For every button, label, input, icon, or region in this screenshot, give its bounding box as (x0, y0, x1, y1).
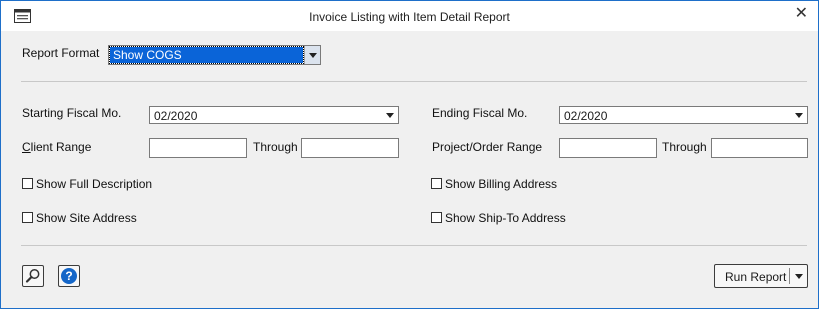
project-through-label: Through (662, 140, 707, 154)
preview-button[interactable] (22, 265, 44, 287)
project-range-label: Project/Order Range (432, 140, 543, 154)
full-description-checkbox[interactable] (22, 178, 33, 189)
project-range-from-input[interactable] (559, 138, 657, 158)
divider-bottom (21, 245, 807, 246)
report-dialog: Invoice Listing with Item Detail Report … (0, 0, 819, 309)
client-range-label: Client Range (22, 140, 92, 154)
billing-address-checkbox[interactable] (431, 178, 442, 189)
starting-fiscal-label: Starting Fiscal Mo. (22, 106, 122, 120)
chevron-down-icon (386, 113, 394, 118)
ship-to-address-checkbox[interactable] (431, 212, 442, 223)
client-through-label: Through (253, 140, 298, 154)
ending-fiscal-select[interactable]: 02/2020 (559, 106, 808, 124)
site-address-label[interactable]: Show Site Address (36, 211, 137, 225)
full-description-label[interactable]: Show Full Description (36, 177, 152, 191)
client-range-from-input[interactable] (149, 138, 247, 158)
report-format-value: Show COGS (109, 46, 304, 64)
magnifier-icon (25, 269, 40, 283)
client-range-to-input[interactable] (301, 138, 399, 158)
site-address-checkbox[interactable] (22, 212, 33, 223)
run-report-label: Run Report (725, 270, 787, 284)
run-report-button[interactable]: Run Report (714, 264, 808, 288)
starting-fiscal-value: 02/2020 (154, 109, 198, 123)
billing-address-label[interactable]: Show Billing Address (445, 177, 557, 191)
window-title: Invoice Listing with Item Detail Report (309, 10, 510, 24)
svg-text:?: ? (65, 269, 72, 283)
title-bar: Invoice Listing with Item Detail Report … (1, 1, 818, 31)
ending-fiscal-value: 02/2020 (564, 109, 608, 123)
close-icon[interactable]: ✕ (795, 5, 808, 23)
chevron-down-icon (795, 113, 803, 118)
chevron-down-icon[interactable] (795, 274, 803, 279)
report-format-select[interactable]: Show COGS (108, 45, 321, 65)
ship-to-address-label[interactable]: Show Ship-To Address (445, 211, 566, 225)
ending-fiscal-label: Ending Fiscal Mo. (432, 106, 528, 120)
report-format-dropdown-button[interactable] (304, 46, 320, 64)
help-button[interactable]: ? (58, 265, 80, 287)
project-range-to-input[interactable] (711, 138, 808, 158)
report-format-label: Report Format (22, 46, 100, 60)
help-icon: ? (61, 268, 77, 284)
run-report-separator (789, 268, 790, 284)
chevron-down-icon (309, 53, 317, 58)
divider-top (21, 81, 807, 82)
starting-fiscal-select[interactable]: 02/2020 (149, 106, 399, 124)
